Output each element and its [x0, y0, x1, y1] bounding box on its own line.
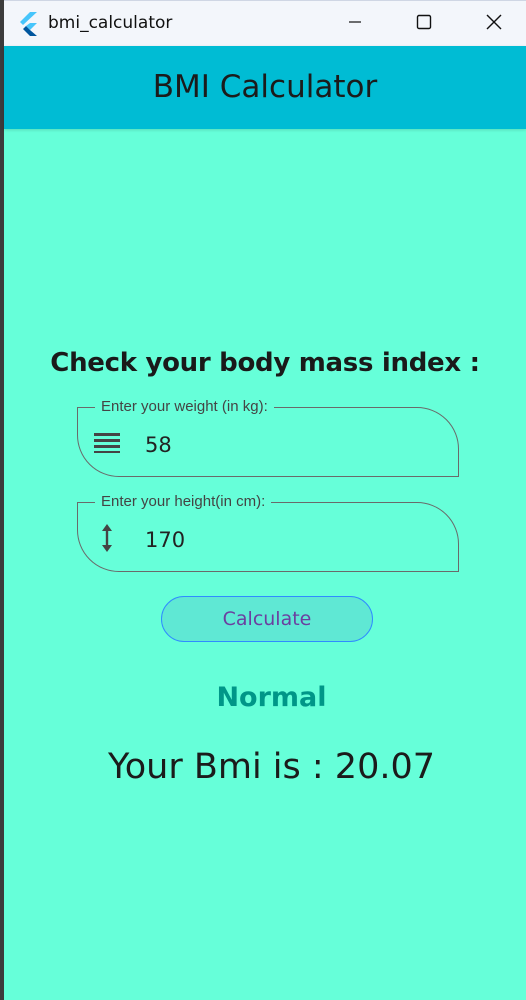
calculate-button[interactable]: Calculate	[161, 596, 373, 642]
window-titlebar: bmi_calculator	[4, 0, 526, 46]
flutter-logo-icon	[17, 12, 39, 36]
app-bar-title: BMI Calculator	[152, 69, 378, 105]
height-field-label: Enter your height(in cm):	[95, 493, 272, 510]
window-title: bmi_calculator	[48, 13, 173, 33]
weight-lines-icon	[92, 428, 122, 458]
height-input[interactable]	[145, 528, 425, 552]
minimize-icon	[348, 14, 362, 33]
app-bar: BMI Calculator	[4, 46, 526, 129]
page-heading: Check your body mass index :	[50, 348, 480, 378]
maximize-icon	[416, 14, 432, 34]
weight-field[interactable]: Enter your weight (in kg):	[77, 398, 459, 477]
bmi-result-text: Your Bmi is : 20.07	[108, 747, 435, 787]
close-button[interactable]	[471, 1, 517, 46]
bmi-status-label: Normal	[216, 682, 327, 713]
height-field[interactable]: Enter your height(in cm):	[77, 493, 459, 572]
app-window: bmi_calculator BMI Calculator Check your…	[4, 0, 526, 1000]
weight-field-label: Enter your weight (in kg):	[95, 398, 274, 415]
maximize-button[interactable]	[401, 1, 447, 46]
height-arrows-icon	[92, 523, 122, 553]
minimize-button[interactable]	[332, 1, 378, 46]
weight-input[interactable]	[145, 433, 425, 457]
close-icon	[486, 14, 502, 34]
